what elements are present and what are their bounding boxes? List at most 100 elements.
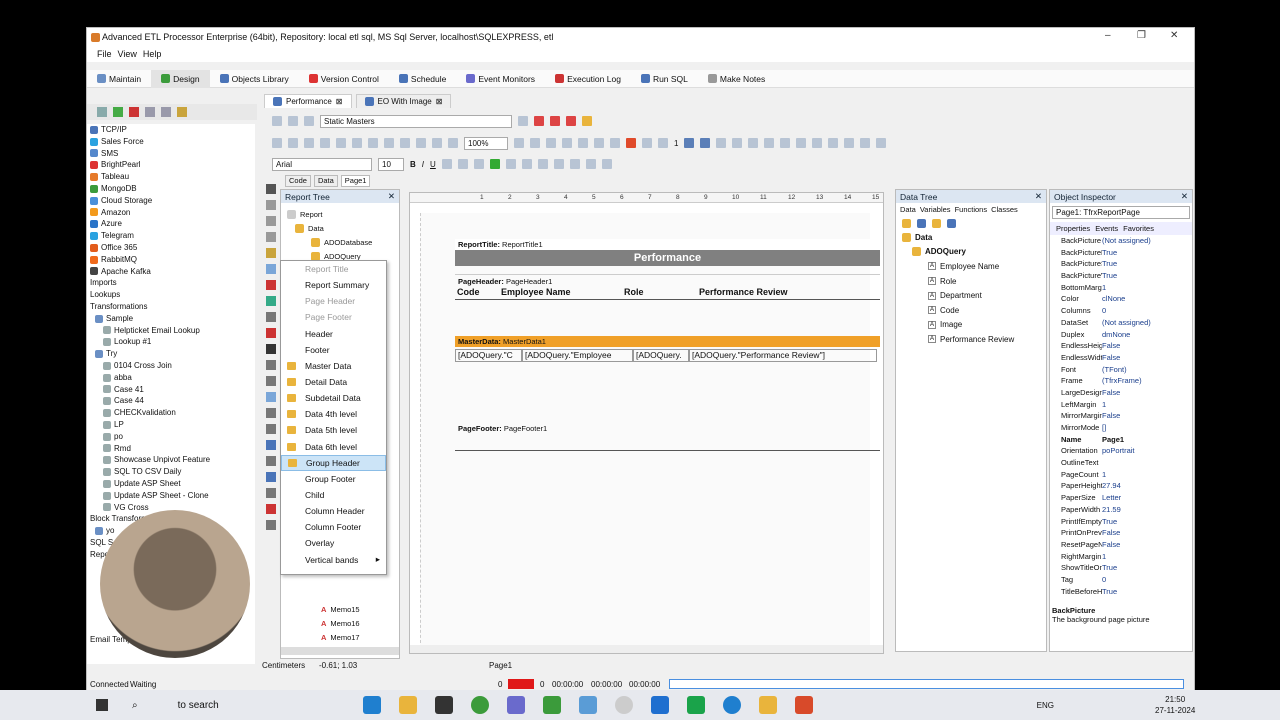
tree-item[interactable]: Sales Force: [87, 136, 255, 148]
menu-item-footer[interactable]: Footer: [281, 342, 386, 358]
grid-icon[interactable]: [684, 138, 695, 148]
tree-item-memo15[interactable]: A Memo15: [321, 602, 360, 616]
tab-performance[interactable]: Performance ⊠: [264, 94, 352, 108]
dataset-icon[interactable]: [932, 218, 941, 228]
tree-item[interactable]: RabbitMQ: [87, 254, 255, 266]
menu-item-report-summary[interactable]: Report Summary: [281, 277, 386, 293]
fit-grid-icon[interactable]: [716, 138, 727, 148]
menu-item-vertical-bands[interactable]: Vertical bands ▸: [281, 552, 386, 568]
tab-close-icon[interactable]: ⊠: [436, 97, 443, 106]
property-row[interactable]: BottomMargin1: [1050, 282, 1192, 294]
property-value[interactable]: 21.59: [1102, 504, 1192, 516]
tab-data[interactable]: Data: [313, 175, 338, 187]
tab-design[interactable]: Design: [151, 69, 210, 88]
excel-icon[interactable]: [686, 696, 705, 714]
center-h-icon[interactable]: [860, 138, 871, 148]
menu-help[interactable]: Help: [143, 49, 162, 59]
preview2-icon[interactable]: [336, 138, 346, 148]
designer-h-scrollbar[interactable]: [410, 645, 883, 653]
delete-icon[interactable]: [129, 107, 139, 117]
property-value[interactable]: 27.94: [1102, 480, 1192, 492]
terminal-icon[interactable]: [434, 696, 453, 714]
property-value[interactable]: False: [1102, 410, 1192, 422]
menu-item-column-header[interactable]: Column Header: [281, 503, 386, 519]
panel-close-icon[interactable]: ✕: [388, 191, 395, 202]
tree-item[interactable]: Office 365: [87, 242, 255, 254]
tab-functions[interactable]: Functions: [955, 205, 988, 214]
text-bottom-icon[interactable]: [601, 159, 612, 169]
menu-item-detail-data[interactable]: Detail Data: [281, 374, 386, 390]
tree-item-data[interactable]: Data: [287, 221, 399, 235]
menu-item-child[interactable]: Child: [281, 487, 386, 503]
tree-item-memo17[interactable]: A Memo17: [321, 630, 360, 644]
property-value[interactable]: True: [1102, 270, 1192, 282]
data-field[interactable]: A Performance Review: [902, 332, 1046, 347]
property-row[interactable]: PrintIfEmpty True: [1050, 516, 1192, 528]
text-middle-icon[interactable]: [585, 159, 596, 169]
refresh-icon[interactable]: [947, 218, 956, 228]
arc-icon[interactable]: [266, 504, 276, 514]
frame-all-icon[interactable]: [594, 138, 604, 148]
header-employee-name[interactable]: Employee Name: [501, 287, 624, 297]
space-v-icon[interactable]: [844, 138, 855, 148]
text-right-icon[interactable]: [537, 159, 548, 169]
align-middle-icon[interactable]: [796, 138, 807, 148]
tree-item[interactable]: abba: [87, 372, 255, 384]
property-value[interactable]: 1: [1102, 282, 1192, 294]
menu-view[interactable]: View: [118, 49, 137, 59]
outlook-icon[interactable]: [650, 696, 669, 714]
font-combo[interactable]: Arial: [272, 157, 372, 171]
tab-run-sql[interactable]: Run SQL: [631, 70, 698, 88]
align-bottom-icon[interactable]: [812, 138, 823, 148]
app-icon[interactable]: [506, 696, 525, 714]
clock[interactable]: 21:50 27-11-2024: [1155, 694, 1195, 716]
edit-icon[interactable]: [917, 218, 926, 228]
property-value[interactable]: (TFont): [1102, 364, 1192, 376]
menu-item-data-4th-level[interactable]: Data 4th level: [281, 406, 386, 422]
tree-item[interactable]: Transformations: [87, 301, 255, 313]
tree-item[interactable]: Apache Kafka: [87, 266, 255, 278]
tree-item-adodatabase[interactable]: ADODatabase: [287, 235, 399, 249]
property-value[interactable]: Page1: [1102, 434, 1192, 446]
search-icon[interactable]: ⌕: [132, 700, 138, 711]
tab-event-monitors[interactable]: Event Monitors: [456, 70, 545, 88]
close-icon[interactable]: ✕: [1170, 30, 1178, 41]
open-report-icon[interactable]: [288, 138, 298, 148]
add-icon[interactable]: [113, 107, 123, 117]
redo-icon[interactable]: [416, 138, 426, 148]
tab-variables[interactable]: Variables: [920, 205, 951, 214]
page-del-icon[interactable]: [550, 116, 560, 126]
tree-item-report[interactable]: Report: [287, 207, 399, 221]
format-painter-icon[interactable]: [266, 248, 276, 258]
snap-grid-icon[interactable]: [700, 138, 711, 148]
tree-item[interactable]: TCP/IP: [87, 124, 255, 136]
property-row[interactable]: Font (TFont): [1050, 364, 1192, 376]
object-selector[interactable]: Page1: TfrxReportPage: [1052, 206, 1190, 219]
menu-item-data-6th-level[interactable]: Data 6th level: [281, 439, 386, 455]
font-size-combo[interactable]: 10: [378, 157, 404, 171]
tree-item[interactable]: Amazon: [87, 207, 255, 219]
tree-item[interactable]: Lookups: [87, 289, 255, 301]
lock-icon[interactable]: [582, 116, 592, 126]
tree-item[interactable]: MongoDB: [87, 183, 255, 195]
ungroup-icon[interactable]: [448, 138, 458, 148]
menu-item-report-title[interactable]: Report Title: [281, 261, 386, 277]
page-footer-band[interactable]: PageFooter: PageFooter1: [455, 423, 880, 451]
menu-item-header[interactable]: Header: [281, 326, 386, 342]
property-row[interactable]: MirrorMarginsFalse: [1050, 410, 1192, 422]
cell-employee-name[interactable]: [ADOQuery."Employee: [522, 349, 633, 362]
property-row[interactable]: PaperWidth 21.59: [1050, 504, 1192, 516]
new-report-icon[interactable]: [272, 138, 282, 148]
property-row[interactable]: ShowTitleOnPTrue: [1050, 562, 1192, 574]
data-field[interactable]: A Code: [902, 303, 1046, 318]
page-header-band[interactable]: PageHeader: PageHeader1 Code Employee Na…: [455, 276, 880, 300]
property-value[interactable]: True: [1102, 516, 1192, 528]
property-row[interactable]: BackPicturePriTrue: [1050, 247, 1192, 259]
menu-item-column-footer[interactable]: Column Footer: [281, 519, 386, 535]
save-report-icon[interactable]: [304, 138, 314, 148]
barcode-icon[interactable]: [266, 424, 276, 434]
property-value[interactable]: False: [1102, 352, 1192, 364]
tree-item[interactable]: Update ASP Sheet - Clone: [87, 490, 255, 502]
paste-icon[interactable]: [177, 107, 187, 117]
app2-icon[interactable]: [542, 696, 561, 714]
